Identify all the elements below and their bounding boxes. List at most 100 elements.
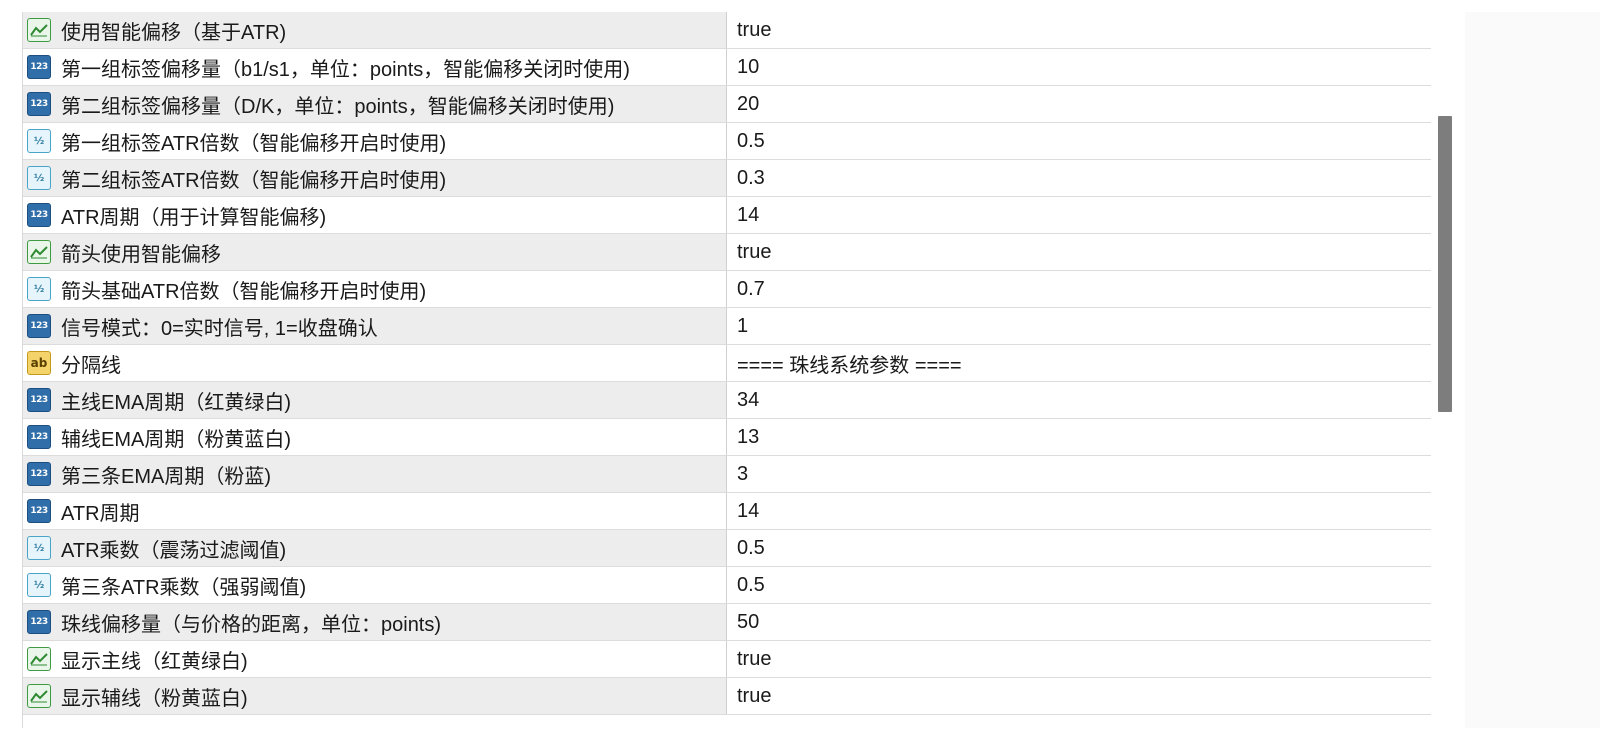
int-icon: 123 [27,610,51,634]
parameter-name-cell: ½ 第二组标签ATR倍数（智能偏移开启时使用) [23,160,727,196]
parameter-value-cell[interactable]: 0.5 [727,530,1431,566]
parameter-row[interactable]: ab 分隔线 ==== 珠线系统参数 ==== [23,345,1431,382]
parameter-value[interactable]: 0.5 [737,537,765,560]
string-icon: ab [27,351,51,375]
double-icon: ½ [27,166,51,190]
parameter-value-cell[interactable]: true [727,678,1431,714]
scrollbar-thumb[interactable] [1438,116,1452,412]
parameter-name-cell: 123 主线EMA周期（红黄绿白) [23,382,727,418]
parameter-row[interactable]: 123 主线EMA周期（红黄绿白) 34 [23,382,1431,419]
int-icon: 123 [27,388,51,412]
parameter-row[interactable]: ½ 第一组标签ATR倍数（智能偏移开启时使用) 0.5 [23,123,1431,160]
parameter-list: 使用智能偏移（基于ATR) true 123 第一组标签偏移量（b1/s1，单位：po… [23,12,1431,715]
parameter-label: 显示辅线（粉黄蓝白) [61,687,248,710]
parameter-name-cell: 123 第一组标签偏移量（b1/s1，单位：points，智能偏移关闭时使用) [23,49,727,85]
parameter-value-cell[interactable]: 0.5 [727,567,1431,603]
parameter-value[interactable]: true [737,19,771,42]
parameter-value[interactable]: 0.3 [737,167,765,190]
parameter-row[interactable]: 123 ATR周期 14 [23,493,1431,530]
parameter-label: 第一组标签偏移量（b1/s1，单位：points，智能偏移关闭时使用) [61,58,630,81]
parameter-value-cell[interactable]: 0.3 [727,160,1431,196]
parameter-value[interactable]: 0.7 [737,278,765,301]
parameter-name-cell: 123 辅线EMA周期（粉黄蓝白) [23,419,727,455]
parameter-row[interactable]: 显示主线（红黄绿白) true [23,641,1431,678]
input-parameters-panel: 使用智能偏移（基于ATR) true 123 第一组标签偏移量（b1/s1，单位：po… [22,12,1466,728]
parameter-value-cell[interactable]: 50 [727,604,1431,640]
parameter-row[interactable]: 123 第二组标签偏移量（D/K，单位：points，智能偏移关闭时使用) 20 [23,86,1431,123]
parameter-row[interactable]: 箭头使用智能偏移 true [23,234,1431,271]
parameter-row[interactable]: 123 信号模式：0=实时信号, 1=收盘确认 1 [23,308,1431,345]
parameter-label: 分隔线 [61,354,121,377]
bool-icon [27,684,51,708]
parameter-value[interactable]: 34 [737,389,759,412]
parameter-value[interactable]: 10 [737,56,759,79]
parameter-value[interactable]: 20 [737,93,759,116]
parameter-row[interactable]: 123 辅线EMA周期（粉黄蓝白) 13 [23,419,1431,456]
parameter-value-cell[interactable]: 34 [727,382,1431,418]
parameter-row[interactable]: ½ ATR乘数（震荡过滤阈值) 0.5 [23,530,1431,567]
parameter-name-cell: 显示主线（红黄绿白) [23,641,727,677]
parameter-row[interactable]: ½ 第二组标签ATR倍数（智能偏移开启时使用) 0.3 [23,160,1431,197]
vertical-scrollbar[interactable] [1431,12,1465,728]
parameter-name-cell: ½ 第三条ATR乘数（强弱阈值) [23,567,727,603]
double-icon: ½ [27,573,51,597]
parameter-name-cell: 123 第二组标签偏移量（D/K，单位：points，智能偏移关闭时使用) [23,86,727,122]
int-icon: 123 [27,203,51,227]
parameter-row[interactable]: 123 第一组标签偏移量（b1/s1，单位：points，智能偏移关闭时使用) 10 [23,49,1431,86]
int-icon: 123 [27,314,51,338]
parameter-value-cell[interactable]: true [727,641,1431,677]
parameter-value-cell[interactable]: 0.7 [727,271,1431,307]
parameter-value[interactable]: 14 [737,204,759,227]
parameter-name-cell: 使用智能偏移（基于ATR) [23,12,727,48]
parameter-value[interactable]: 50 [737,611,759,634]
int-icon: 123 [27,92,51,116]
parameter-name-cell: 箭头使用智能偏移 [23,234,727,270]
parameter-value-cell[interactable]: true [727,12,1431,48]
parameter-value[interactable]: true [737,685,771,708]
parameter-value-cell[interactable]: 14 [727,197,1431,233]
parameter-row[interactable]: ½ 箭头基础ATR倍数（智能偏移开启时使用) 0.7 [23,271,1431,308]
parameter-label: ATR周期（用于计算智能偏移) [61,206,327,229]
parameter-value-cell[interactable]: 13 [727,419,1431,455]
parameter-row[interactable]: ½ 第三条ATR乘数（强弱阈值) 0.5 [23,567,1431,604]
parameter-label: 第三条ATR乘数（强弱阈值) [61,576,307,599]
parameter-label: 箭头基础ATR倍数（智能偏移开启时使用) [61,280,427,303]
parameter-label: ATR乘数（震荡过滤阈值) [61,539,287,562]
parameter-label: 信号模式：0=实时信号, 1=收盘确认 [61,317,378,340]
parameter-name-cell: ½ 箭头基础ATR倍数（智能偏移开启时使用) [23,271,727,307]
parameter-value[interactable]: ==== 珠线系统参数 ==== [737,349,962,378]
parameter-row[interactable]: 123 ATR周期（用于计算智能偏移) 14 [23,197,1431,234]
parameter-row[interactable]: 123 第三条EMA周期（粉蓝) 3 [23,456,1431,493]
parameter-label: ATR周期 [61,502,140,525]
parameter-value-cell[interactable]: 14 [727,493,1431,529]
parameter-row[interactable]: 123 珠线偏移量（与价格的距离，单位：points) 50 [23,604,1431,641]
parameter-value[interactable]: true [737,648,771,671]
parameter-value[interactable]: 13 [737,426,759,449]
parameter-value[interactable]: 3 [737,463,748,486]
parameter-value[interactable]: 0.5 [737,574,765,597]
parameter-value[interactable]: 14 [737,500,759,523]
parameter-label: 使用智能偏移（基于ATR) [61,21,287,44]
parameter-value-cell[interactable]: true [727,234,1431,270]
parameter-value-cell[interactable]: 3 [727,456,1431,492]
int-icon: 123 [27,55,51,79]
parameter-label: 显示主线（红黄绿白) [61,650,248,673]
parameter-value-cell[interactable]: 20 [727,86,1431,122]
bool-icon [27,647,51,671]
double-icon: ½ [27,129,51,153]
parameter-row[interactable]: 使用智能偏移（基于ATR) true [23,12,1431,49]
parameter-label: 箭头使用智能偏移 [61,243,221,266]
parameter-value-cell[interactable]: ==== 珠线系统参数 ==== [727,345,1431,381]
parameter-row[interactable]: 显示辅线（粉黄蓝白) true [23,678,1431,715]
parameter-value-cell[interactable]: 10 [727,49,1431,85]
parameter-label: 第三条EMA周期（粉蓝) [61,465,271,488]
parameter-label: 第二组标签偏移量（D/K，单位：points，智能偏移关闭时使用) [61,95,615,118]
parameter-value[interactable]: true [737,241,771,264]
int-icon: 123 [27,425,51,449]
parameter-value-cell[interactable]: 0.5 [727,123,1431,159]
parameter-name-cell: 123 ATR周期（用于计算智能偏移) [23,197,727,233]
parameter-value[interactable]: 1 [737,315,748,338]
bool-icon [27,240,51,264]
parameter-value[interactable]: 0.5 [737,130,765,153]
parameter-value-cell[interactable]: 1 [727,308,1431,344]
